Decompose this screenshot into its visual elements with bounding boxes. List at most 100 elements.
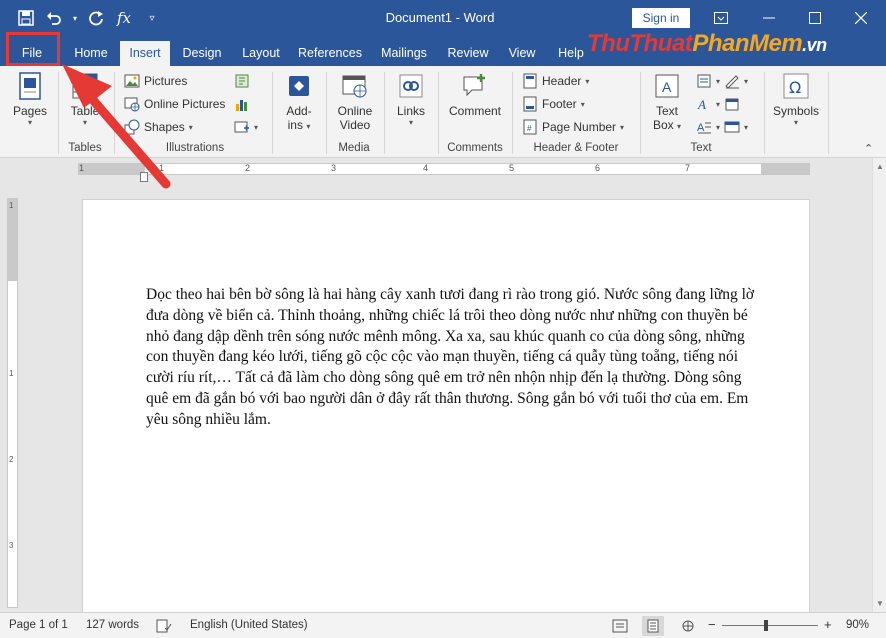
chevron-down-icon: ▾ [254, 122, 259, 132]
language-indicator[interactable]: English (United States) [190, 619, 308, 631]
ruler-number: 2 [9, 455, 14, 464]
tab-mailings[interactable]: Mailings [372, 41, 436, 66]
tab-insert[interactable]: Insert [120, 41, 170, 66]
footer-button[interactable]: Footer ▾ [522, 94, 585, 114]
header-icon [523, 73, 537, 89]
group-label-text: Text [690, 142, 712, 154]
ruler-number: 3 [331, 163, 337, 173]
maximize-icon[interactable] [800, 4, 830, 32]
tab-design[interactable]: Design [176, 41, 228, 66]
zoom-in-button[interactable]: + [824, 617, 832, 632]
add-ins-button[interactable]: Add- ins ▾ [278, 72, 320, 132]
vertical-ruler[interactable]: 1 1 2 3 [7, 198, 18, 608]
date-time-button[interactable] [724, 94, 740, 114]
ruler-number: 2 [245, 163, 251, 173]
zoom-slider-thumb[interactable] [764, 620, 768, 631]
page-count[interactable]: Page 1 of 1 [9, 619, 68, 631]
pictures-button[interactable]: Pictures [124, 71, 187, 91]
screenshot-button[interactable]: ▾ [234, 117, 258, 137]
ribbon-display-options-icon[interactable] [706, 4, 736, 32]
tab-help[interactable]: Help [550, 41, 592, 66]
document-body-text[interactable]: Dọc theo hai bên bờ sông là hai hàng cây… [146, 285, 766, 431]
customize-icon[interactable]: ▿ [140, 6, 164, 30]
chevron-down-icon: ▾ [716, 99, 721, 109]
tab-review[interactable]: Review [442, 41, 494, 66]
ruler-number: 1 [79, 163, 85, 173]
table-icon [71, 72, 99, 100]
print-layout-view-icon[interactable] [642, 616, 664, 636]
formula-icon[interactable]: fx [112, 6, 136, 30]
scroll-up-icon[interactable]: ▲ [876, 162, 884, 171]
shapes-button[interactable]: Shapes ▾ [124, 117, 193, 137]
pictures-icon [124, 74, 140, 88]
screenshot-icon [234, 121, 249, 133]
chart-button[interactable] [234, 94, 250, 114]
add-ins-icon [285, 72, 313, 100]
header-label: Header [542, 74, 582, 88]
comment-label: Comment [448, 104, 501, 118]
online-video-button[interactable]: Online Video [334, 72, 376, 132]
close-icon[interactable] [846, 4, 876, 32]
indent-marker[interactable] [140, 172, 148, 182]
quick-parts-button[interactable]: ▾ [696, 71, 720, 91]
drop-cap-button[interactable]: A ▾ [696, 117, 720, 137]
svg-text:A: A [662, 79, 672, 95]
shapes-label: Shapes [144, 120, 185, 134]
document-page[interactable]: Dọc theo hai bên bờ sông là hai hàng cây… [82, 199, 810, 619]
svg-text:#: # [527, 124, 532, 133]
redo-icon[interactable] [84, 6, 108, 30]
collapse-ribbon-icon[interactable]: ⌃ [864, 142, 873, 155]
chevron-down-icon: ▾ [620, 122, 625, 132]
horizontal-ruler[interactable]: 1 1 2 3 4 5 6 7 [78, 163, 810, 175]
chevron-down-icon: ▾ [580, 99, 585, 109]
zoom-out-button[interactable]: − [708, 617, 716, 632]
pages-button[interactable]: Pages ▾ [8, 72, 52, 127]
vertical-scrollbar[interactable]: ▲ ▼ [872, 158, 886, 612]
scroll-down-icon[interactable]: ▼ [876, 599, 884, 608]
tab-layout[interactable]: Layout [234, 41, 288, 66]
object-icon [724, 121, 740, 133]
object-button[interactable]: ▾ [724, 117, 748, 137]
links-button[interactable]: Links ▾ [390, 72, 432, 127]
table-button[interactable]: Table ▾ [64, 72, 106, 127]
omega-icon: Ω [782, 72, 810, 100]
wordart-button[interactable]: A ▾ [696, 94, 720, 114]
focus-mode-icon[interactable] [612, 619, 628, 636]
symbols-button[interactable]: Ω Symbols ▾ [770, 72, 822, 127]
tab-references[interactable]: References [294, 41, 366, 66]
text-box-button[interactable]: A Text Box ▾ [646, 72, 688, 132]
add-ins-label-1: Add- [286, 104, 312, 118]
pictures-label: Pictures [144, 74, 188, 88]
ruler-number: 7 [685, 163, 691, 173]
quick-parts-icon [697, 74, 711, 88]
zoom-slider[interactable] [722, 625, 818, 626]
ruler-number: 1 [9, 201, 14, 210]
web-layout-view-icon[interactable] [680, 619, 696, 636]
pages-label: Pages [12, 104, 48, 118]
chevron-down-icon: ▾ [82, 118, 87, 127]
signature-line-button[interactable]: ▾ [724, 71, 748, 91]
word-count[interactable]: 127 words [86, 619, 139, 631]
quick-access-toolbar: ▾ fx ▿ [14, 6, 164, 30]
zoom-level[interactable]: 90% [846, 619, 869, 631]
chevron-down-icon: ▾ [744, 76, 749, 86]
online-pictures-button[interactable]: Online Pictures [124, 94, 225, 114]
minimize-icon[interactable] [754, 4, 784, 32]
document-title: Document1 - Word [385, 10, 495, 25]
tab-view[interactable]: View [500, 41, 544, 66]
ribbon: Pages ▾ Table ▾ Tables Pictures Online P… [0, 66, 886, 158]
tab-home[interactable]: Home [64, 41, 118, 66]
undo-icon[interactable] [42, 6, 66, 30]
page-number-button[interactable]: # Page Number ▾ [522, 117, 624, 137]
ruler-number: 6 [595, 163, 601, 173]
icons-button[interactable] [234, 71, 250, 91]
sign-in-button[interactable]: Sign in [632, 8, 690, 28]
save-icon[interactable] [14, 6, 38, 30]
undo-dropdown-icon[interactable]: ▾ [70, 6, 80, 30]
chevron-down-icon: ▾ [188, 122, 193, 132]
header-button[interactable]: Header ▾ [522, 71, 589, 91]
ruler-number: 3 [9, 541, 14, 550]
chevron-down-icon: ▾ [793, 118, 798, 127]
proofing-icon[interactable] [156, 619, 172, 636]
comment-button[interactable]: Comment [444, 72, 506, 118]
